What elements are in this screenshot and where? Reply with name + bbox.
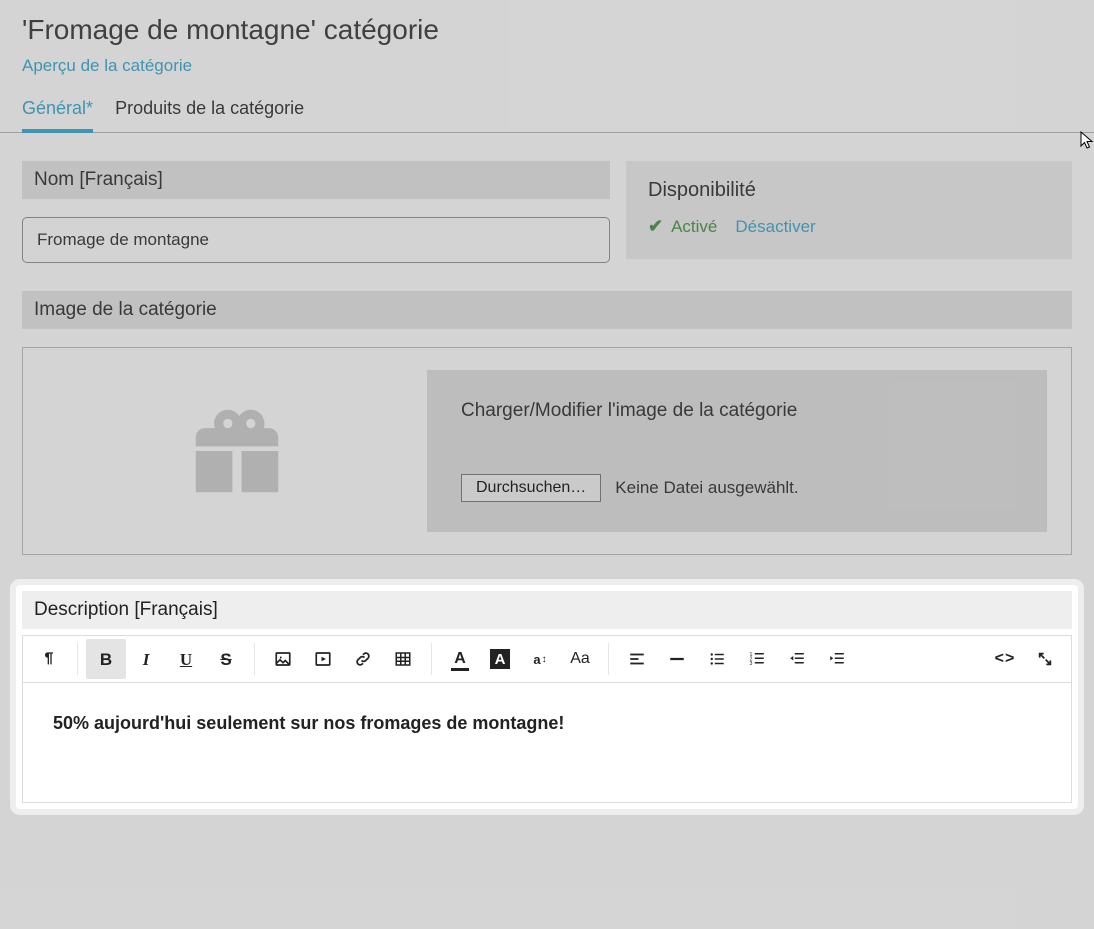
indent-button[interactable] [817,639,857,679]
underline-icon: U [180,651,192,668]
fullscreen-icon [1037,651,1053,667]
italic-button[interactable]: I [126,639,166,679]
table-icon [394,650,412,668]
pilcrow-icon [41,651,57,667]
align-left-icon [628,650,646,668]
outdent-icon [788,650,806,668]
svg-text:3: 3 [750,661,753,667]
video-icon [314,650,332,668]
font-family-icon: Aa [570,650,590,668]
font-color-button[interactable]: A [440,639,480,679]
insert-video-button[interactable] [303,639,343,679]
insert-link-button[interactable] [343,639,383,679]
underline-button[interactable]: U [166,639,206,679]
page-title: 'Fromage de montagne' catégorie [22,14,1072,46]
horizontal-rule-icon [668,650,686,668]
description-text: 50% aujourd'hui seulement sur nos fromag… [53,713,1041,734]
ordered-list-icon: 123 [748,650,766,668]
strikethrough-icon: S [220,651,231,668]
font-size-icon: a↕ [533,652,546,667]
availability-deactivate-link[interactable]: Désactiver [735,217,815,237]
image-section-header: Image de la catégorie [22,291,1072,329]
unordered-list-icon [708,650,726,668]
tab-category-products[interactable]: Produits de la catégorie [115,98,304,132]
bold-button[interactable]: B [86,639,126,679]
strikethrough-button[interactable]: S [206,639,246,679]
bold-icon: B [100,651,112,668]
browse-button[interactable]: Durchsuchen… [461,474,601,502]
category-name-input[interactable] [22,217,610,263]
availability-title: Disponibilité [648,179,1050,202]
align-button[interactable] [617,639,657,679]
unordered-list-button[interactable] [697,639,737,679]
code-view-button[interactable]: <> [985,639,1025,679]
description-section-header: Description [Français] [22,591,1072,629]
gift-icon [182,396,292,506]
tab-general[interactable]: Général* [22,98,93,133]
no-file-selected-label: Keine Datei ausgewählt. [615,478,798,498]
dirty-marker: * [86,98,93,118]
fullscreen-button[interactable] [1025,639,1065,679]
font-family-button[interactable]: Aa [560,639,600,679]
insert-table-button[interactable] [383,639,423,679]
indent-icon [828,650,846,668]
link-icon [354,650,372,668]
availability-panel: Disponibilité ✔ Activé Désactiver [626,161,1072,259]
editor-toolbar: B I U S [22,635,1072,683]
upload-title: Charger/Modifier l'image de la catégorie [461,400,1013,422]
code-icon: <> [995,650,1016,668]
italic-icon: I [143,651,150,668]
image-box: Charger/Modifier l'image de la catégorie… [22,347,1072,555]
background-color-icon: A [490,649,510,669]
tabs: Général* Produits de la catégorie [0,98,1094,133]
ordered-list-button[interactable]: 123 [737,639,777,679]
check-icon: ✔ [648,216,663,237]
availability-active-label: Activé [671,217,717,237]
description-editor[interactable]: 50% aujourd'hui seulement sur nos fromag… [22,683,1072,803]
name-section-header: Nom [Français] [22,161,610,199]
background-color-button[interactable]: A [480,639,520,679]
paragraph-format-button[interactable] [29,639,69,679]
insert-image-button[interactable] [263,639,303,679]
category-preview-link[interactable]: Aperçu de la catégorie [22,56,192,76]
tab-general-label: Général [22,98,86,118]
font-color-icon: A [451,650,469,668]
font-size-button[interactable]: a↕ [520,639,560,679]
image-placeholder [47,370,427,532]
horizontal-rule-button[interactable] [657,639,697,679]
outdent-button[interactable] [777,639,817,679]
image-icon [274,650,292,668]
